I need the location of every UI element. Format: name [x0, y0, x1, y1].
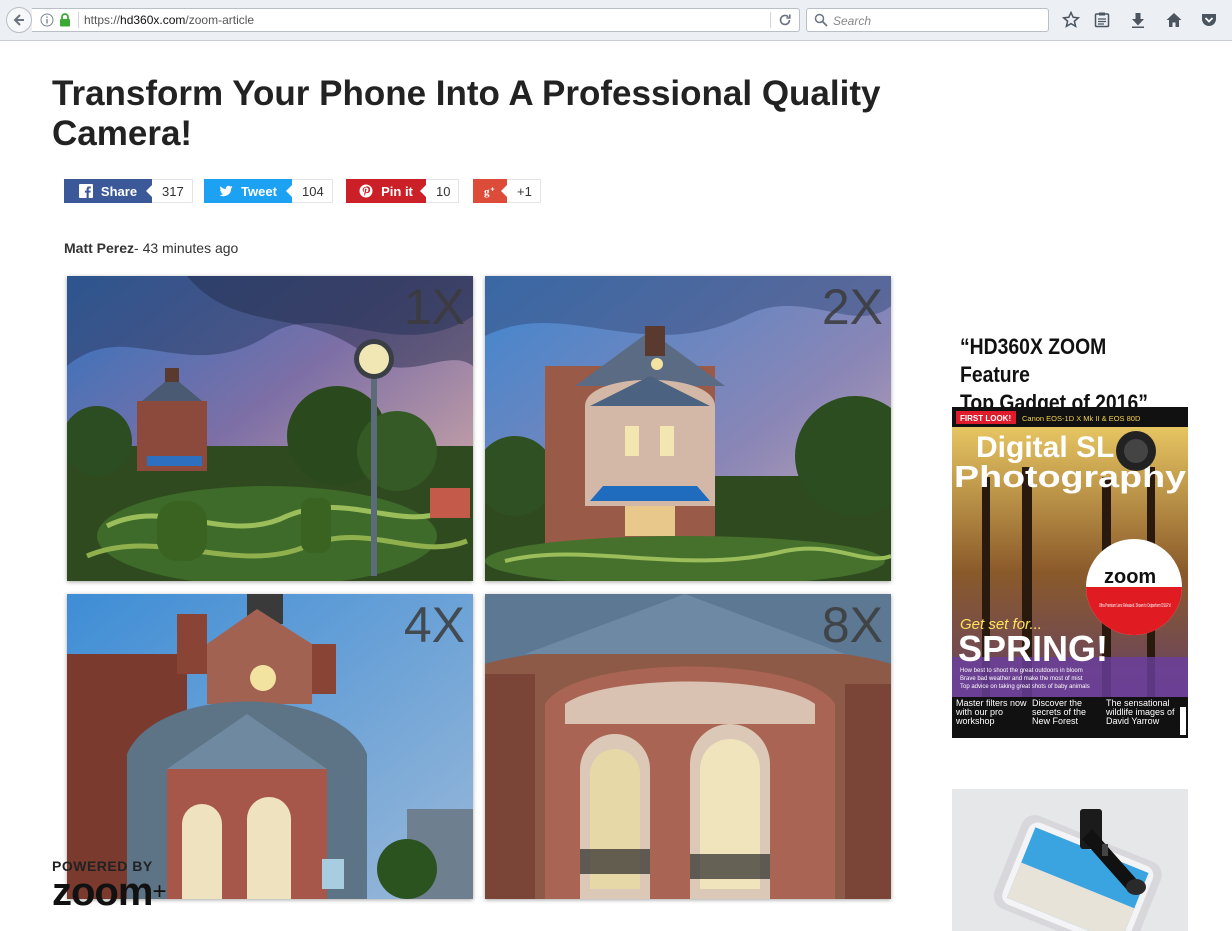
zoom-photo-2x: 2X [485, 276, 891, 581]
zoom-label-1x: 1X [403, 279, 465, 335]
back-button[interactable] [6, 7, 32, 33]
mag-tag: FIRST LOOK! [960, 414, 1011, 423]
feature-quote: “HD360X ZOOM Feature Top Gadget of 2016” [960, 333, 1162, 417]
google-plus-count: +1 [501, 179, 541, 203]
magazine-cover-art: FIRST LOOK! Canon EOS-1D X Mk II & EOS 8… [952, 407, 1188, 738]
downloads-button[interactable] [1128, 10, 1148, 30]
mag-headline: SPRING! [958, 628, 1108, 669]
mag-col-2-wrap: Discover the secrets of the New Forest [1032, 699, 1087, 726]
url-bar[interactable]: https://hd360x.com/zoom-article [32, 8, 800, 32]
zoom-logo-plus-icon: + [152, 878, 166, 905]
mag-bullet-3: Top advice on taking great shots of baby… [960, 684, 1090, 690]
mag-col-3-wrap: The sensational wildlife images of David… [1106, 699, 1175, 726]
twitter-tweet-label: Tweet [241, 183, 277, 199]
article-title: Transform Your Phone Into A Professional… [52, 74, 881, 153]
back-arrow-icon [13, 14, 24, 26]
star-icon [1062, 11, 1080, 28]
search-icon [814, 13, 828, 27]
url-separator [78, 12, 79, 28]
reload-icon[interactable] [778, 13, 792, 27]
zoom-logo: zoom+ [52, 872, 166, 912]
facebook-share-main[interactable]: Share [64, 179, 152, 203]
pinterest-pin-main[interactable]: Pin it [346, 179, 426, 203]
twitter-icon [219, 185, 233, 197]
pinterest-icon [359, 184, 373, 198]
phone-lens-ad[interactable] [952, 789, 1188, 931]
twitter-tweet-button[interactable]: Tweet 104 [204, 179, 333, 203]
zoom-photo-1x: 1X [67, 276, 473, 581]
google-plus-button[interactable]: g + +1 [473, 179, 541, 203]
mag-col-3: The sensational wildlife images of David… [1106, 699, 1175, 726]
google-plus-icon: g + [484, 186, 495, 198]
mag-badge-logo: zoom [1104, 566, 1156, 588]
zoom-logo-text: zoom [52, 870, 153, 914]
download-icon [1132, 13, 1144, 28]
zoom-label-4x: 4X [403, 597, 465, 653]
home-button[interactable] [1164, 10, 1184, 30]
twitter-tweet-main[interactable]: Tweet [204, 179, 292, 203]
mag-bullet-2: Brave bad weather and make the most of m… [960, 676, 1083, 682]
author-name[interactable]: Matt Perez [64, 240, 134, 256]
bookmark-star-button[interactable] [1061, 10, 1081, 30]
url-host: hd360x.com [120, 13, 186, 27]
pinterest-pin-label: Pin it [381, 183, 413, 199]
url-path: /zoom-article [185, 13, 255, 27]
pinterest-pin-count: 10 [419, 179, 460, 203]
facebook-share-label: Share [100, 183, 138, 199]
browser-toolbar: https://hd360x.com/zoom-article Search [0, 0, 1232, 41]
search-placeholder: Search [833, 14, 872, 28]
home-icon [1166, 13, 1182, 27]
facebook-share-button[interactable]: Share 317 [64, 179, 193, 203]
powered-by-zoom-logo[interactable]: POWERED BY zoom+ [52, 858, 166, 912]
mag-col-1-wrap: Master filters now with our pro workshop [956, 699, 1027, 726]
svg-text:+: + [491, 187, 495, 194]
pocket-icon [1202, 14, 1216, 26]
url-prefix: https:// [84, 13, 121, 27]
reading-list-button[interactable] [1092, 10, 1112, 30]
twitter-tweet-count: 104 [286, 179, 333, 203]
mag-col-1: Master filters now with our pro workshop [956, 699, 1027, 726]
mag-col-2: Discover the secrets of the New Forest [1032, 699, 1087, 726]
clipboard-icon [1094, 12, 1110, 28]
facebook-icon [78, 184, 93, 198]
mag-bullet-1: How best to shoot the great outdoors in … [960, 668, 1083, 674]
lock-icon [60, 13, 70, 27]
byline: Matt Perez- 43 minutes ago [64, 240, 238, 256]
svg-text:g: g [484, 186, 490, 198]
zoom-label-2x: 2X [821, 279, 883, 335]
mag-title-2: Photography [954, 459, 1187, 494]
feature-quote-line1: “HD360X ZOOM Feature [960, 334, 1107, 387]
zoom-photo-8x: 8X [485, 594, 891, 899]
pinterest-pin-button[interactable]: Pin it 10 [346, 179, 460, 203]
pocket-button[interactable] [1199, 10, 1219, 30]
zoom-label-8x: 8X [821, 597, 883, 653]
zoom-photo-4x: 4X [67, 594, 473, 899]
facebook-share-count: 317 [146, 179, 193, 203]
post-time: - 43 minutes ago [134, 240, 239, 256]
url-text[interactable]: https://hd360x.com/zoom-article [84, 13, 254, 27]
reload-separator [770, 12, 771, 28]
magazine-cover[interactable]: FIRST LOOK! Canon EOS-1D X Mk II & EOS 8… [952, 407, 1188, 738]
search-bar[interactable]: Search [806, 8, 1049, 32]
phone-lens-ad-image [952, 789, 1188, 931]
mag-badge-text: Ultra Premium Lens Released. Shown to Ou… [1099, 603, 1171, 609]
info-icon[interactable] [40, 13, 54, 27]
mag-tag-detail: Canon EOS-1D X Mk II & EOS 80D [1022, 414, 1141, 423]
